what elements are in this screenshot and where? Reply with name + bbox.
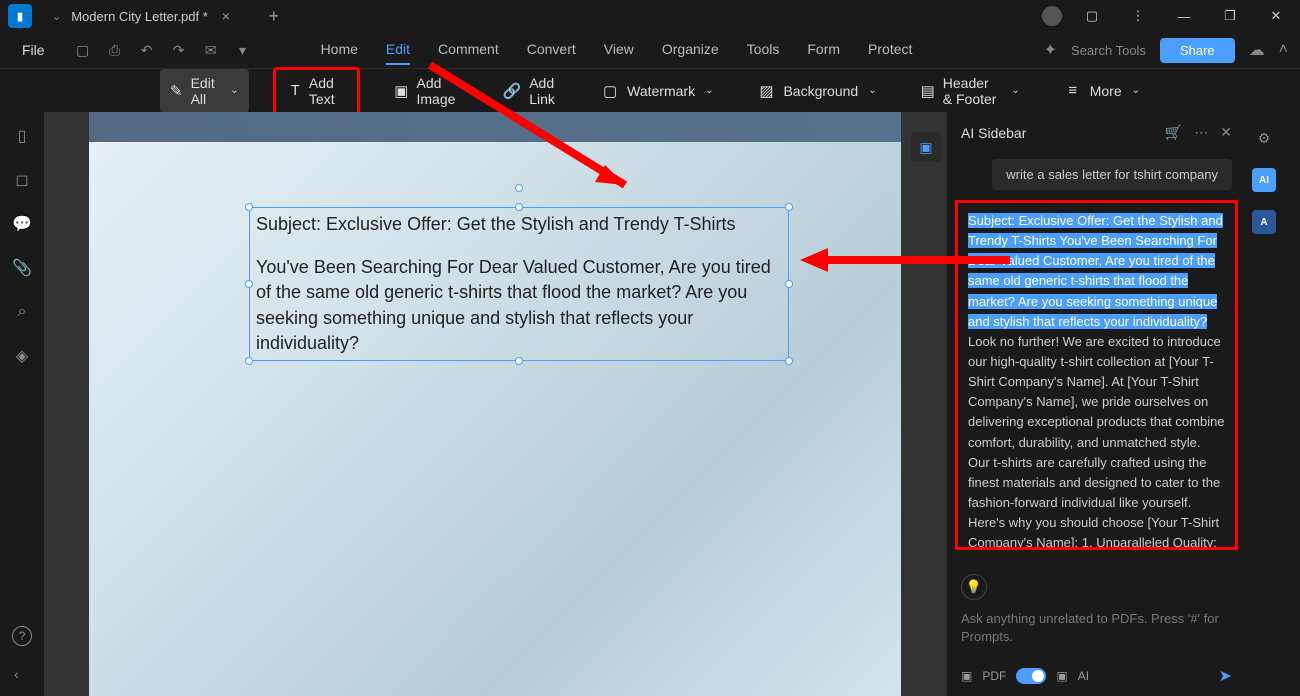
ai-input-field[interactable]: Ask anything unrelated to PDFs. Press '#… bbox=[961, 610, 1232, 646]
image-icon: ▣ bbox=[394, 82, 408, 100]
dropdown-icon[interactable]: ▾ bbox=[233, 40, 253, 60]
ai-sidebar-title: AI Sidebar bbox=[961, 125, 1026, 141]
layers-icon[interactable]: ◈ bbox=[12, 346, 32, 366]
resize-handle[interactable] bbox=[785, 280, 793, 288]
chat-icon[interactable]: ▢ bbox=[1076, 4, 1108, 28]
app-logo: ▮ bbox=[8, 4, 32, 28]
resize-handle[interactable] bbox=[515, 203, 523, 211]
background-icon: ▨ bbox=[757, 82, 775, 100]
resize-handle[interactable] bbox=[515, 357, 523, 365]
tab-organize[interactable]: Organize bbox=[662, 35, 719, 65]
document-tab[interactable]: ⌄ Modern City Letter.pdf * × bbox=[40, 4, 246, 28]
comments-icon[interactable]: 💬 bbox=[12, 214, 32, 234]
resize-handle[interactable] bbox=[245, 357, 253, 365]
text-subject[interactable]: Subject: Exclusive Offer: Get the Stylis… bbox=[256, 212, 782, 237]
pdf-label: PDF bbox=[982, 669, 1006, 683]
pencil-icon: ✎ bbox=[170, 82, 183, 100]
redo-icon[interactable]: ↷ bbox=[169, 40, 189, 60]
lightbulb-icon[interactable]: 💡 bbox=[961, 574, 987, 600]
word-tab-icon[interactable]: A bbox=[1252, 210, 1276, 234]
file-menu[interactable]: File bbox=[12, 38, 55, 62]
search-tools-input[interactable]: Search Tools bbox=[1071, 43, 1146, 58]
cloud-icon[interactable]: ☁ bbox=[1249, 40, 1265, 60]
share-button[interactable]: Share bbox=[1160, 38, 1235, 63]
thumbnails-icon[interactable]: ▯ bbox=[12, 126, 32, 146]
header-footer-icon: ▤ bbox=[921, 82, 935, 100]
tab-home[interactable]: Home bbox=[321, 35, 358, 65]
tab-edit[interactable]: Edit bbox=[386, 35, 410, 65]
send-icon[interactable]: ➤ bbox=[1219, 666, 1232, 686]
user-prompt-chip: write a sales letter for tshirt company bbox=[992, 159, 1232, 190]
text-body[interactable]: You've Been Searching For Dear Valued Cu… bbox=[256, 255, 782, 356]
close-panel-icon[interactable]: ✕ bbox=[1220, 124, 1232, 141]
user-avatar[interactable] bbox=[1042, 6, 1062, 26]
more-icon[interactable]: ⋯ bbox=[1194, 124, 1208, 141]
header-footer-button[interactable]: ▤Header & Footer⌄ bbox=[911, 69, 1030, 113]
collapse-left-icon[interactable]: ‹ bbox=[14, 666, 19, 682]
more-icon: ≡ bbox=[1064, 82, 1082, 100]
chevron-down-icon: ⌄ bbox=[230, 85, 238, 96]
close-tab-icon[interactable]: × bbox=[218, 8, 234, 24]
ai-tab-icon[interactable]: AI bbox=[1252, 168, 1276, 192]
add-tab-button[interactable]: + bbox=[262, 4, 286, 28]
maximize-button[interactable]: ❐ bbox=[1214, 4, 1246, 28]
resize-handle[interactable] bbox=[245, 203, 253, 211]
undo-icon[interactable]: ↶ bbox=[137, 40, 157, 60]
resize-handle[interactable] bbox=[245, 280, 253, 288]
chevron-down-icon: ⌄ bbox=[868, 85, 876, 96]
ai-mode-icon: ▣ bbox=[1056, 669, 1067, 683]
search-icon[interactable]: ⌕ bbox=[12, 302, 32, 322]
tab-tools[interactable]: Tools bbox=[747, 35, 780, 65]
mode-toggle[interactable] bbox=[1016, 668, 1046, 684]
background-button[interactable]: ▨Background⌄ bbox=[747, 76, 886, 106]
mail-icon[interactable]: ✉ bbox=[201, 40, 221, 60]
bookmarks-icon[interactable]: ◻ bbox=[12, 170, 32, 190]
add-text-button[interactable]: TAdd Text bbox=[273, 67, 361, 115]
resize-handle[interactable] bbox=[785, 357, 793, 365]
close-window-button[interactable]: ✕ bbox=[1260, 4, 1292, 28]
help-icon[interactable]: ? bbox=[12, 626, 32, 646]
tab-form[interactable]: Form bbox=[807, 35, 840, 65]
ai-label: AI bbox=[1078, 669, 1089, 683]
text-edit-box[interactable]: Subject: Exclusive Offer: Get the Stylis… bbox=[249, 207, 789, 361]
tab-protect[interactable]: Protect bbox=[868, 35, 912, 65]
resize-handle[interactable] bbox=[785, 203, 793, 211]
pdf-mode-icon: ▣ bbox=[961, 669, 972, 683]
more-button[interactable]: ≡More⌄ bbox=[1054, 76, 1150, 106]
minimize-button[interactable]: — bbox=[1168, 4, 1200, 28]
ai-panel-toggle-icon[interactable]: ▣ bbox=[911, 132, 941, 162]
settings-icon[interactable]: ⚙ bbox=[1252, 126, 1276, 150]
chevron-down-icon: ⌄ bbox=[1011, 85, 1019, 96]
attachments-icon[interactable]: 📎 bbox=[12, 258, 32, 278]
tab-title: Modern City Letter.pdf * bbox=[71, 9, 208, 24]
print-icon[interactable]: ⎙ bbox=[105, 40, 125, 60]
ai-response-rest: Look no further! We are excited to intro… bbox=[968, 334, 1225, 550]
collapse-ribbon-icon[interactable]: ˄ bbox=[1279, 41, 1288, 59]
edit-all-button[interactable]: ✎Edit All⌄ bbox=[160, 69, 249, 113]
chevron-down-icon: ⌄ bbox=[1132, 85, 1140, 96]
chevron-down-icon: ⌄ bbox=[52, 10, 61, 23]
kebab-menu-icon[interactable]: ⋮ bbox=[1122, 4, 1154, 28]
sparkle-icon: ✦ bbox=[1044, 40, 1057, 60]
ai-sidebar-panel: ▣ AI Sidebar 🛒 ⋯ ✕ write a sales letter … bbox=[946, 112, 1246, 696]
cart-icon[interactable]: 🛒 bbox=[1165, 124, 1182, 141]
save-icon[interactable]: ▢ bbox=[73, 40, 93, 60]
text-icon: T bbox=[290, 82, 301, 100]
chevron-down-icon: ⌄ bbox=[705, 85, 713, 96]
